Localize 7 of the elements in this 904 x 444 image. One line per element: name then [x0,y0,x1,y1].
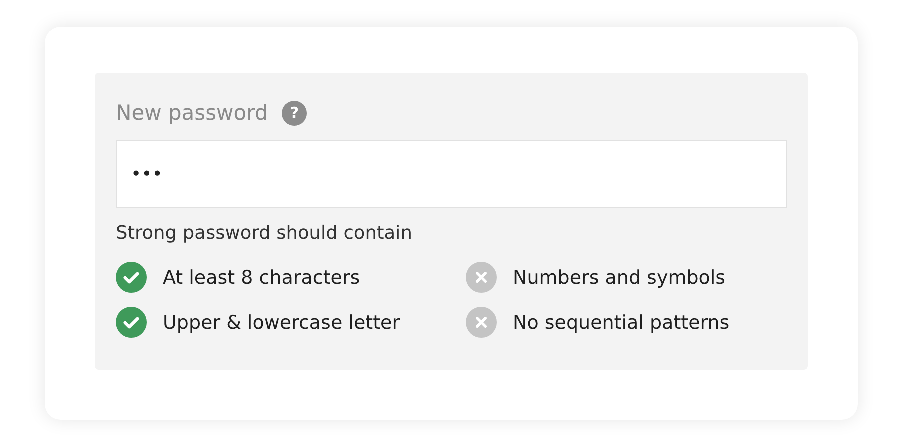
requirement-text: Numbers and symbols [513,266,726,288]
requirement-text: Upper & lowercase letter [163,312,400,334]
password-field[interactable]: ••• [116,140,787,208]
requirement-text: No sequential patterns [513,312,730,334]
requirements-heading: Strong password should contain [116,223,414,244]
field-label: New password [116,101,268,125]
requirement-text: At least 8 characters [163,266,360,288]
